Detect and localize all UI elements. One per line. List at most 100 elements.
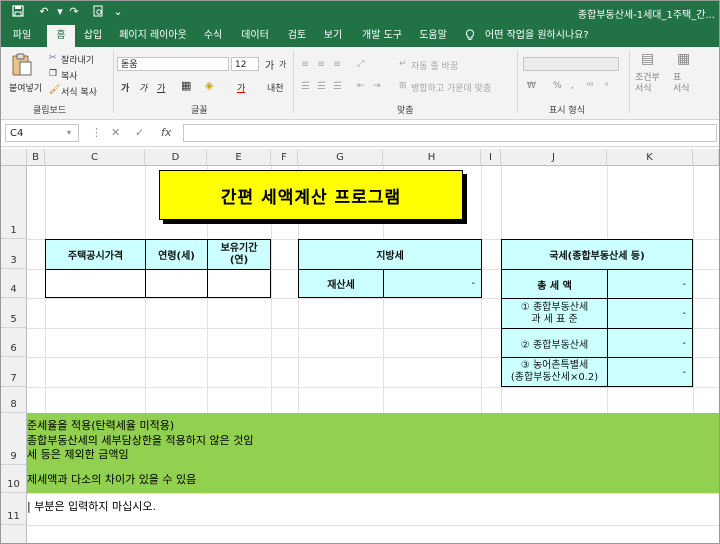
row-header[interactable]: 6 bbox=[1, 328, 27, 357]
italic-button[interactable]: 가 bbox=[139, 81, 147, 94]
row-header[interactable]: 11 bbox=[1, 493, 27, 525]
format-as-table-button[interactable]: 표 서식 bbox=[673, 73, 690, 95]
wrap-text-icon: ↵ bbox=[399, 59, 407, 69]
age-input[interactable] bbox=[145, 269, 208, 298]
gridline bbox=[693, 166, 694, 413]
paste-button[interactable]: 붙여넣기 bbox=[9, 81, 42, 94]
ribbon-separator bbox=[629, 51, 630, 113]
wrap-text-button[interactable]: 자동 줄 바꿈 bbox=[411, 59, 458, 72]
tab-developer[interactable]: 개발 도구 bbox=[357, 25, 407, 47]
copy-button[interactable]: 복사 bbox=[61, 69, 78, 82]
enter-icon[interactable]: ✓ bbox=[135, 124, 144, 142]
save-icon[interactable] bbox=[11, 5, 25, 19]
comma-button[interactable]: , bbox=[571, 81, 574, 91]
underline-button[interactable]: 가 bbox=[157, 81, 165, 94]
select-all-corner[interactable] bbox=[1, 149, 27, 166]
tell-me-search[interactable]: 어떤 작업을 원하시나요? bbox=[485, 25, 589, 47]
print-preview-icon[interactable] bbox=[91, 5, 105, 19]
column-header-partial[interactable] bbox=[693, 149, 719, 166]
orientation-icon[interactable]: ⤢ bbox=[357, 59, 364, 69]
row-header[interactable]: 8 bbox=[1, 387, 27, 413]
accounting-format-icon[interactable]: ₩ bbox=[527, 81, 536, 91]
fill-color-icon[interactable]: ◈ bbox=[205, 79, 213, 92]
column-header[interactable]: I bbox=[481, 149, 501, 166]
undo-icon[interactable]: ↶ bbox=[37, 5, 51, 19]
align-right-icon[interactable]: ☰ bbox=[333, 81, 342, 92]
column-header[interactable]: C bbox=[45, 149, 145, 166]
align-left-icon[interactable]: ☰ bbox=[301, 81, 310, 92]
row-header[interactable]: 4 bbox=[1, 269, 27, 298]
merge-center-button[interactable]: 병합하고 가운데 맞춤 bbox=[411, 81, 491, 94]
tab-page-layout[interactable]: 페이지 레이아웃 bbox=[115, 25, 191, 47]
row-header[interactable]: 10 bbox=[1, 465, 27, 493]
tab-file[interactable]: 파일 bbox=[7, 25, 37, 47]
number-format-select[interactable] bbox=[523, 57, 619, 71]
font-color-button[interactable]: 가 bbox=[237, 81, 245, 94]
national-tax-header: 국세(종합부동산세 등) bbox=[501, 239, 693, 270]
formula-input[interactable] bbox=[183, 124, 717, 142]
ribbon-separator bbox=[293, 51, 294, 113]
tab-review[interactable]: 검토 bbox=[283, 25, 311, 47]
comprehensive-tax-label: ② 종합부동산세 bbox=[501, 328, 608, 358]
header-house-price: 주택공시가격 bbox=[45, 239, 146, 270]
format-as-table-icon: ▦ bbox=[677, 51, 691, 67]
decrease-indent-icon[interactable]: ⇤ bbox=[357, 81, 365, 91]
row-header[interactable]: 1 bbox=[1, 166, 27, 239]
column-header[interactable]: E bbox=[207, 149, 271, 166]
undo-dropdown-icon[interactable]: ▾ bbox=[53, 5, 67, 19]
redo-icon[interactable]: ↷ bbox=[67, 5, 81, 19]
cut-button[interactable]: 잘라내기 bbox=[61, 53, 94, 66]
row-header-partial[interactable] bbox=[1, 525, 27, 543]
clipboard-group-label: 클립보드 bbox=[33, 106, 67, 116]
paste-icon[interactable] bbox=[11, 53, 33, 81]
phonetic-button[interactable]: 내천 bbox=[267, 81, 284, 94]
conditional-format-button[interactable]: 조건부 서식 bbox=[635, 73, 660, 95]
row-header[interactable]: 7 bbox=[1, 357, 27, 387]
gridline bbox=[27, 387, 719, 388]
conditional-format-icon: ▤ bbox=[641, 51, 655, 67]
increase-indent-icon[interactable]: ⇥ bbox=[373, 81, 381, 91]
customize-qat-icon[interactable]: ⌄ bbox=[111, 5, 125, 19]
name-box-dropdown-icon[interactable]: ▾ bbox=[67, 124, 71, 142]
format-painter-button[interactable]: 서식 복사 bbox=[61, 85, 97, 98]
holding-period-input[interactable] bbox=[207, 269, 271, 298]
rural-special-tax-value: - bbox=[607, 357, 693, 387]
rural-special-tax-label: ③ 농어촌특별세 (종합부동산세×0.2) bbox=[501, 357, 608, 387]
tab-formulas[interactable]: 수식 bbox=[199, 25, 227, 47]
align-center-icon[interactable]: ☰ bbox=[317, 81, 326, 92]
align-middle-icon[interactable]: ≡ bbox=[317, 59, 325, 70]
tab-view[interactable]: 보기 bbox=[319, 25, 347, 47]
house-price-input[interactable] bbox=[45, 269, 146, 298]
program-title: 간편 세액계산 프로그램 bbox=[159, 170, 463, 220]
font-size-select[interactable]: 12 bbox=[231, 57, 259, 71]
bold-button[interactable]: 가 bbox=[121, 81, 129, 94]
align-top-icon[interactable]: ≡ bbox=[301, 59, 309, 70]
column-header[interactable]: F bbox=[271, 149, 298, 166]
column-header[interactable]: K bbox=[607, 149, 693, 166]
column-header[interactable]: H bbox=[383, 149, 481, 166]
tab-data[interactable]: 데이터 bbox=[237, 25, 273, 47]
percent-button[interactable]: % bbox=[553, 81, 562, 91]
column-header[interactable]: B bbox=[27, 149, 45, 166]
align-bottom-icon[interactable]: ≡ bbox=[333, 59, 341, 70]
row-header[interactable]: 9 bbox=[1, 413, 27, 465]
tab-help[interactable]: 도움말 bbox=[415, 25, 451, 47]
insert-function-icon[interactable]: fx bbox=[161, 124, 171, 142]
column-header[interactable]: D bbox=[145, 149, 207, 166]
row-header[interactable]: 5 bbox=[1, 298, 27, 328]
column-header[interactable]: J bbox=[501, 149, 607, 166]
increase-decimal-icon[interactable]: ⁰⁰ bbox=[587, 81, 593, 90]
tab-home[interactable]: 홈 bbox=[47, 25, 75, 47]
local-tax-header: 지방세 bbox=[298, 239, 482, 270]
tab-insert[interactable]: 삽입 bbox=[79, 25, 107, 47]
grow-font-button[interactable]: 가 bbox=[265, 57, 274, 72]
ribbon: 붙여넣기 ✂ 잘라내기 ❐ 복사 🖌 서식 복사 클립보드 돋움 12 가 가 … bbox=[1, 47, 719, 120]
column-header[interactable]: G bbox=[298, 149, 383, 166]
borders-icon[interactable]: ▦ bbox=[181, 79, 191, 92]
decrease-decimal-icon[interactable]: ⁰ bbox=[605, 81, 608, 90]
shrink-font-button[interactable]: 가 bbox=[279, 59, 286, 70]
cancel-icon[interactable]: ✕ bbox=[111, 124, 120, 142]
gridline bbox=[27, 525, 719, 526]
font-name-select[interactable]: 돋움 bbox=[117, 57, 229, 71]
row-header[interactable]: 3 bbox=[1, 239, 27, 269]
